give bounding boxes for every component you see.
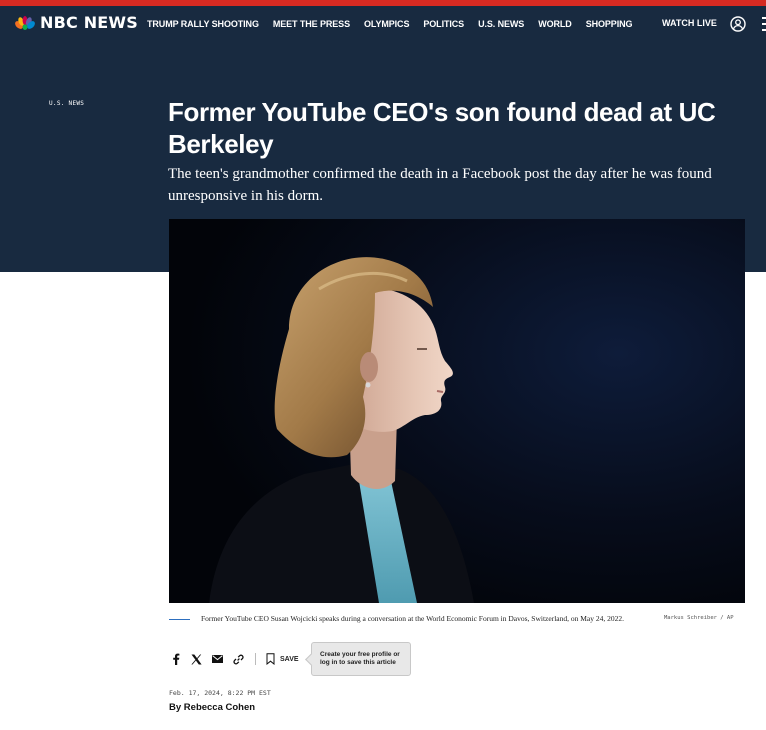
section-label[interactable]: U.S. NEWS (49, 100, 84, 107)
save-button[interactable]: SAVE (280, 656, 299, 663)
nav-link-world[interactable]: WORLD (538, 19, 572, 29)
bookmark-icon[interactable] (264, 653, 277, 666)
user-circle-icon[interactable] (730, 16, 746, 32)
image-credit: Markus Schreiber / AP (664, 615, 734, 621)
nav-link-meet-the-press[interactable]: MEET THE PRESS (273, 19, 350, 29)
image-caption-row: Former YouTube CEO Susan Wojcicki speaks… (169, 612, 745, 626)
hero-image (169, 219, 745, 603)
article-byline: By Rebecca Cohen (169, 702, 255, 713)
nav-link-us-news[interactable]: U.S. NEWS (478, 19, 524, 29)
nav-link-politics[interactable]: POLITICS (423, 19, 464, 29)
link-icon[interactable] (232, 653, 245, 666)
email-icon[interactable] (211, 653, 224, 666)
nav-links: TRUMP RALLY SHOOTING MEET THE PRESS OLYM… (147, 19, 633, 29)
article-headline: Former YouTube CEO's son found dead at U… (168, 97, 716, 159)
image-caption: Former YouTube CEO Susan Wojcicki speaks… (201, 614, 624, 623)
nav-link-trump-rally-shooting[interactable]: TRUMP RALLY SHOOTING (147, 19, 259, 29)
nav-link-shopping[interactable]: SHOPPING (586, 19, 633, 29)
watch-live-link[interactable]: WATCH LIVE (662, 18, 717, 28)
site-navbar: NBC NEWS TRUMP RALLY SHOOTING MEET THE P… (0, 6, 766, 40)
hamburger-menu-icon[interactable] (762, 17, 766, 31)
save-tooltip: Create your free profile or log in to sa… (311, 642, 411, 676)
share-bar: SAVE (169, 651, 299, 667)
logo-wordmark: NBC NEWS (40, 13, 138, 32)
nbc-news-logo[interactable]: NBC NEWS (14, 13, 138, 32)
article-dek: The teen's grandmother confirmed the dea… (168, 166, 712, 204)
facebook-icon[interactable] (169, 653, 182, 666)
byline-prefix: By (169, 702, 182, 713)
nav-link-olympics[interactable]: OLYMPICS (364, 19, 409, 29)
x-twitter-icon[interactable] (190, 653, 203, 666)
article-timestamp: Feb. 17, 2024, 8:22 PM EST (169, 689, 271, 697)
peacock-icon (15, 15, 35, 30)
caption-rule (169, 619, 190, 620)
byline-author-link[interactable]: Rebecca Cohen (184, 702, 255, 713)
share-divider (255, 653, 256, 665)
